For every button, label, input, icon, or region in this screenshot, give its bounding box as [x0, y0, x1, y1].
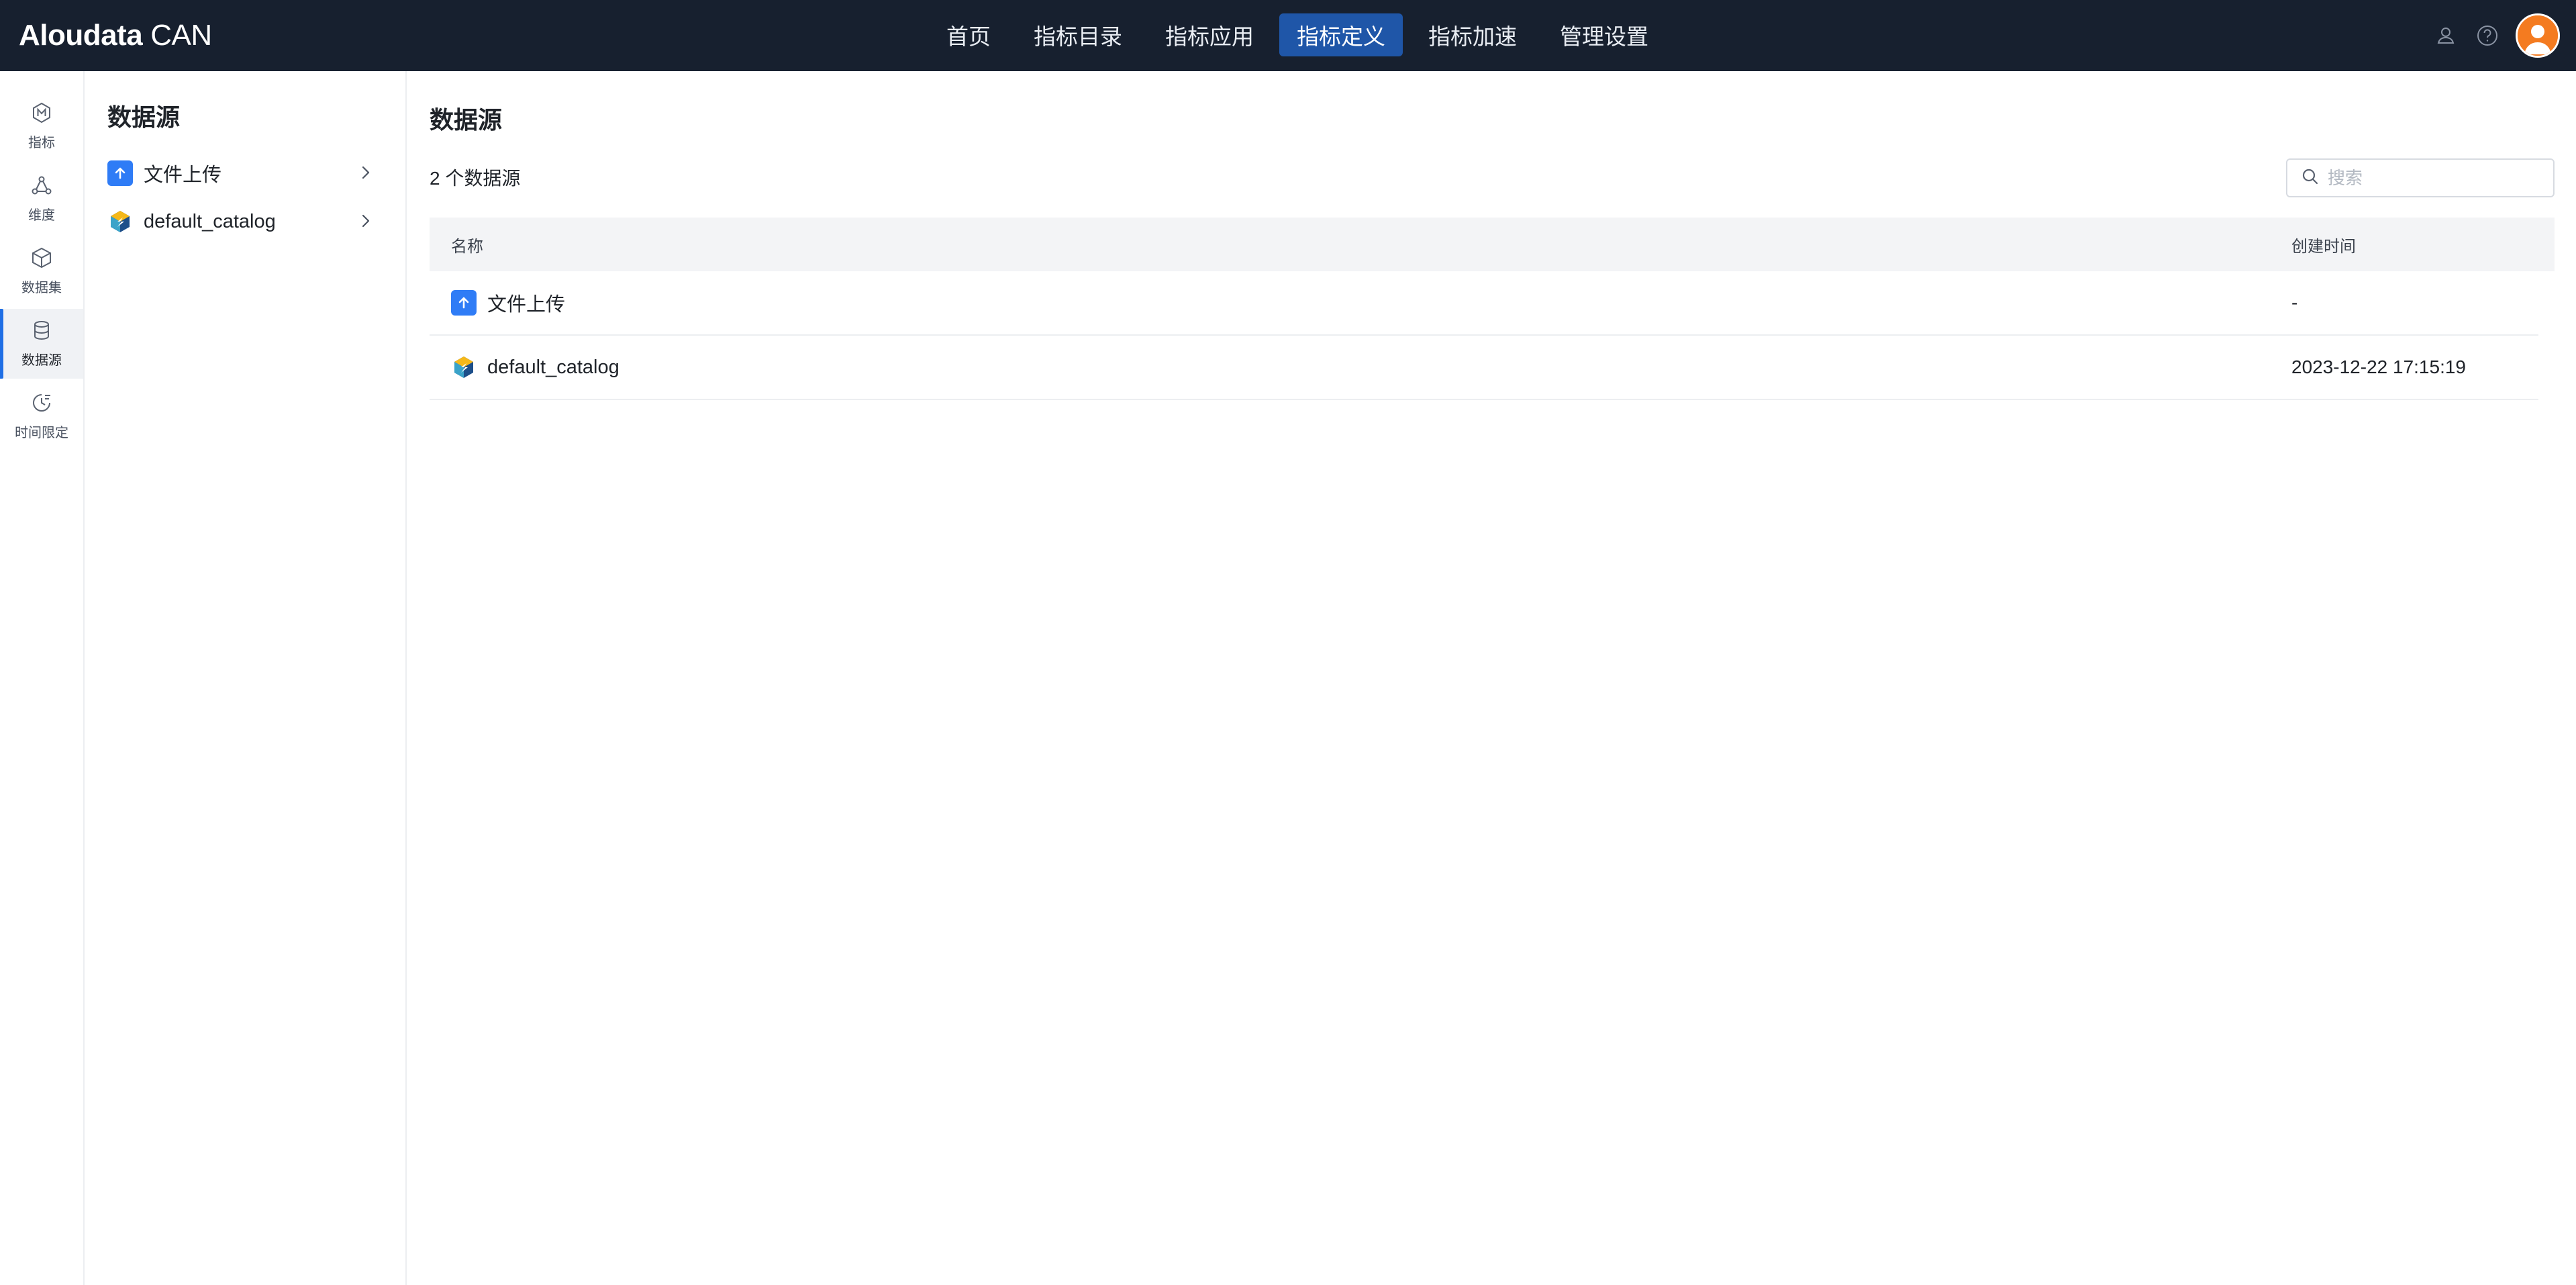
nav-metric-catalog[interactable]: 指标目录: [1016, 13, 1140, 56]
rail-item-dataset[interactable]: 数据集: [0, 236, 83, 306]
sidebar-item-label: 文件上传: [144, 164, 222, 186]
time-limit-icon: [30, 391, 53, 418]
metric-icon: [30, 101, 53, 128]
nav-metric-acceleration[interactable]: 指标加速: [1411, 13, 1534, 56]
help-icon[interactable]: [2474, 22, 2501, 49]
column-header-created[interactable]: 创建时间: [2291, 233, 2356, 256]
dataset-icon: [30, 246, 53, 273]
table-row[interactable]: 文件上传 -: [430, 271, 2538, 336]
upload-icon: [107, 160, 133, 186]
rail-item-metric[interactable]: 指标: [0, 91, 83, 161]
catalog-icon: [451, 354, 477, 380]
dimension-icon: [30, 174, 53, 200]
datasource-count: 2 个数据源: [430, 168, 521, 189]
upload-icon: [451, 290, 477, 316]
table-header: 名称 创建时间: [430, 218, 2555, 271]
rail-item-time-limit[interactable]: 时间限定: [0, 381, 83, 451]
header-actions: [2432, 12, 2560, 59]
name-cell: 文件上传: [451, 271, 565, 334]
nav-metric-application[interactable]: 指标应用: [1148, 13, 1271, 56]
nav-metric-definition[interactable]: 指标定义: [1279, 13, 1403, 56]
main-content: 数据源 2 个数据源 名称 创建时间 文件上传 -: [407, 71, 2576, 1285]
rail-item-label: 时间限定: [15, 426, 68, 440]
created-time: -: [2291, 292, 2298, 313]
sidebar-title: 数据源: [107, 103, 181, 131]
search-icon: [2301, 167, 2320, 189]
created-time: 2023-12-22 17:15:19: [2291, 356, 2466, 377]
sidebar-item-file-upload[interactable]: 文件上传: [107, 153, 389, 193]
rail-item-label: 指标: [28, 136, 55, 150]
database-icon: [30, 319, 53, 345]
app-logo[interactable]: Aloudata CAN: [19, 16, 212, 55]
chevron-right-icon[interactable]: [356, 211, 376, 234]
rail-item-label: 维度: [28, 208, 55, 223]
rail-item-dimension[interactable]: 维度: [0, 164, 83, 234]
sidebar-item-default-catalog[interactable]: default_catalog: [107, 201, 389, 242]
datasource-sidebar: 数据源 文件上传 default_catalog: [85, 71, 407, 1285]
catalog-icon: [107, 209, 133, 234]
search-input[interactable]: [2328, 167, 2542, 189]
search-box[interactable]: [2286, 158, 2555, 197]
avatar[interactable]: [2516, 13, 2560, 58]
nav-admin-settings[interactable]: 管理设置: [1542, 13, 1666, 56]
brand-suffix: CAN: [150, 19, 212, 52]
nav-home[interactable]: 首页: [929, 13, 1008, 56]
table-row[interactable]: default_catalog 2023-12-22 17:15:19: [430, 336, 2538, 400]
top-bar: Aloudata CAN 首页 指标目录 指标应用 指标定义 指标加速 管理设置: [0, 0, 2576, 71]
sidebar-item-label: default_catalog: [144, 210, 276, 232]
user-icon[interactable]: [2432, 22, 2459, 49]
datasource-table: 名称 创建时间 文件上传 - default_catalog 2023-12-2…: [430, 218, 2555, 400]
icon-rail: 指标 维度 数据集 数据源 时间限定: [0, 71, 85, 1285]
datasource-name[interactable]: 文件上传: [487, 289, 565, 317]
column-header-name[interactable]: 名称: [451, 233, 483, 256]
rail-item-label: 数据源: [21, 353, 62, 368]
datasource-name[interactable]: default_catalog: [487, 356, 620, 379]
page-title: 数据源: [430, 106, 503, 134]
main-nav: 首页 指标目录 指标应用 指标定义 指标加速 管理设置: [929, 12, 1674, 58]
rail-item-label: 数据集: [21, 281, 62, 295]
name-cell: default_catalog: [451, 336, 620, 399]
chevron-right-icon[interactable]: [356, 162, 376, 186]
rail-item-datasource[interactable]: 数据源: [0, 309, 83, 379]
brand-name: Aloudata: [19, 19, 143, 52]
